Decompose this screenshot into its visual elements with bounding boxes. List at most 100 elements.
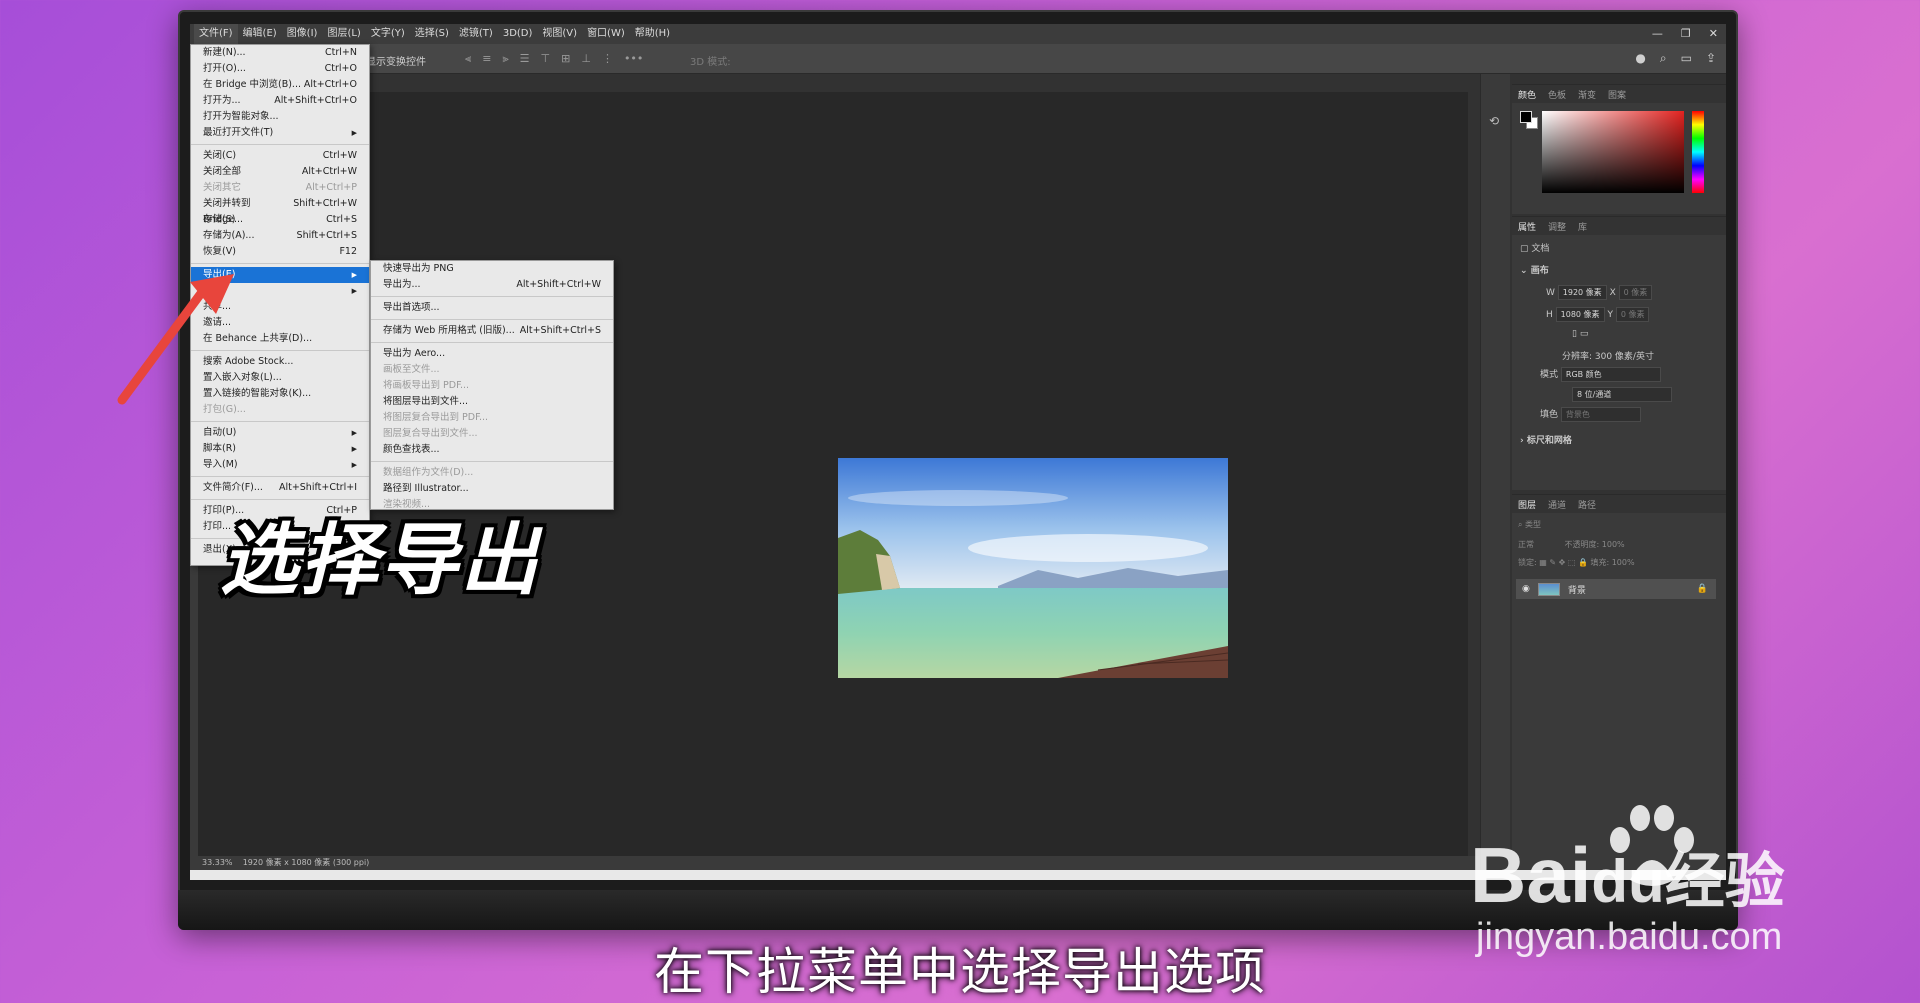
menu-item-import[interactable]: 导入(M) ▶ [191, 457, 369, 473]
menu-item-close-all[interactable]: 关闭全部 Alt+Ctrl+W [191, 164, 369, 180]
menu-view[interactable]: 视图(V) [537, 24, 582, 44]
align-bottom-icon[interactable]: ⊥ [581, 52, 591, 66]
opacity-field[interactable]: 100% [1602, 540, 1625, 549]
menu-type[interactable]: 文字(Y) [366, 24, 410, 44]
menu-item-layers-to-files[interactable]: 将图层导出到文件... [371, 394, 613, 410]
menu-item-save-as[interactable]: 存储为(A)... Shift+Ctrl+S [191, 228, 369, 244]
menu-3d[interactable]: 3D(D) [498, 24, 538, 44]
align-top-icon[interactable]: ⊤ [541, 52, 551, 66]
menu-help[interactable]: 帮助(H) [630, 24, 675, 44]
menu-item-save[interactable]: 存储(S) Ctrl+S [191, 212, 369, 228]
height-field[interactable]: 1080 像素 [1555, 307, 1605, 322]
tab-properties[interactable]: 属性 [1518, 220, 1536, 233]
align-center-icon[interactable]: ≡ [482, 52, 491, 66]
menu-item-artboards-to-files[interactable]: 画板至文件... [371, 362, 613, 378]
menu-item-scripts[interactable]: 脚本(R) ▶ [191, 441, 369, 457]
menu-item-color-lookup[interactable]: 颜色查找表... [371, 442, 613, 458]
doc-info[interactable]: 1920 像素 x 1080 像素 (300 ppi) [243, 858, 370, 867]
portrait-icon[interactable]: ▯ [1572, 329, 1577, 339]
menubar: 文件(F) 编辑(E) 图像(I) 图层(L) 文字(Y) 选择(S) 滤镜(T… [190, 24, 1726, 44]
align-right-icon[interactable]: ⫸ [502, 52, 508, 66]
visibility-eye-icon[interactable]: ◉ [1522, 584, 1530, 594]
menu-item-open[interactable]: 打开(O)... Ctrl+O [191, 61, 369, 77]
blend-mode-select[interactable]: 正常 [1518, 540, 1534, 549]
x-field[interactable]: 0 像素 [1618, 285, 1653, 300]
tab-swatches[interactable]: 色板 [1548, 88, 1566, 101]
history-icon[interactable]: ⟲ [1489, 114, 1499, 128]
minimize-icon[interactable]: — [1652, 24, 1663, 44]
menu-filter[interactable]: 滤镜(T) [454, 24, 498, 44]
tab-gradients[interactable]: 渐变 [1578, 88, 1596, 101]
show-transform-checkbox[interactable]: 显示变换控件 [366, 53, 426, 68]
tab-paths[interactable]: 路径 [1578, 498, 1596, 511]
menu-item-open-smart-object[interactable]: 打开为智能对象... [191, 109, 369, 125]
menu-item-revert[interactable]: 恢复(V) F12 [191, 244, 369, 260]
chevron-right-icon: › [1520, 436, 1524, 446]
y-field[interactable]: 0 像素 [1615, 307, 1650, 322]
layer-filter-input[interactable]: 类型 [1525, 520, 1541, 529]
width-field[interactable]: 1920 像素 [1557, 285, 1607, 300]
menu-image[interactable]: 图像(I) [282, 24, 323, 44]
menu-separator [371, 296, 613, 297]
color-picker-field[interactable] [1542, 111, 1684, 193]
lock-icons[interactable]: ▦ ✎ ✥ ⬚ 🔒 [1539, 558, 1588, 567]
menu-select[interactable]: 选择(S) [410, 24, 454, 44]
workspace-icon[interactable]: ▭ [1681, 51, 1692, 66]
menu-item-export-as[interactable]: 导出为... Alt+Shift+Ctrl+W [371, 277, 613, 293]
menu-file[interactable]: 文件(F) [194, 24, 238, 44]
menu-item-open-as[interactable]: 打开为... Alt+Shift+Ctrl+O [191, 93, 369, 109]
chevron-down-icon: ⌄ [1520, 266, 1528, 276]
close-icon[interactable]: ✕ [1709, 24, 1718, 44]
menu-item-artboards-to-pdf[interactable]: 将画板导出到 PDF... [371, 378, 613, 394]
distribute-v-icon[interactable]: ⋮ [602, 52, 613, 66]
menu-item-browse-bridge[interactable]: 在 Bridge 中浏览(B)... Alt+Ctrl+O [191, 77, 369, 93]
menu-item-export-preferences[interactable]: 导出首选项... [371, 300, 613, 316]
hue-slider[interactable] [1692, 111, 1704, 193]
layer-row[interactable]: ◉ 背景 🔒 [1516, 579, 1716, 599]
landscape-icon[interactable]: ▭ [1580, 329, 1589, 339]
menu-edit[interactable]: 编辑(E) [238, 24, 282, 44]
menu-item-layer-comps-to-pdf[interactable]: 将图层复合导出到 PDF... [371, 410, 613, 426]
search-icon[interactable]: ⌕ [1660, 51, 1667, 66]
canvas-section[interactable]: ⌄ 画布 [1520, 263, 1549, 276]
zoom-level[interactable]: 33.33% [202, 858, 233, 867]
tab-layers[interactable]: 图层 [1518, 498, 1536, 511]
menu-layer[interactable]: 图层(L) [322, 24, 365, 44]
share-icon[interactable]: ⇪ [1706, 51, 1716, 66]
user-icon[interactable]: ● [1635, 51, 1645, 66]
tab-color[interactable]: 颜色 [1518, 88, 1536, 101]
menu-item-save-for-web[interactable]: 存储为 Web 所用格式 (旧版)... Alt+Shift+Ctrl+S [371, 323, 613, 339]
foreground-color-swatch[interactable] [1520, 111, 1532, 123]
document-image[interactable] [838, 458, 1228, 678]
panel-icon-strip: ⟲ [1480, 74, 1510, 870]
menu-item-close[interactable]: 关闭(C) Ctrl+W [191, 148, 369, 164]
depth-select[interactable]: 8 位/通道 [1572, 387, 1672, 402]
rulers-label: 标尺和网格 [1526, 436, 1572, 446]
fill-field[interactable]: 100% [1612, 558, 1635, 567]
more-icon[interactable]: ••• [624, 52, 643, 66]
menu-item-export-aero[interactable]: 导出为 Aero... [371, 346, 613, 362]
menu-item-new[interactable]: 新建(N)... Ctrl+N [191, 45, 369, 61]
menu-item-quick-export-png[interactable]: 快速导出为 PNG [371, 261, 613, 277]
menu-item-data-sets[interactable]: 数据组作为文件(D)... [371, 465, 613, 481]
menu-window[interactable]: 窗口(W) [582, 24, 630, 44]
align-middle-icon[interactable]: ⊞ [561, 52, 570, 66]
menu-item-layer-comps-to-files[interactable]: 图层复合导出到文件... [371, 426, 613, 442]
menu-item-close-goto-bridge[interactable]: 关闭并转到 Bridge... Shift+Ctrl+W [191, 196, 369, 225]
fill-select[interactable]: 背景色 [1560, 407, 1641, 422]
mode-select[interactable]: RGB 颜色 [1560, 367, 1661, 382]
align-left-icon[interactable]: ⫷ [465, 52, 471, 66]
menu-item-close-others[interactable]: 关闭其它 Alt+Ctrl+P [191, 180, 369, 196]
restore-icon[interactable]: ❐ [1681, 24, 1691, 44]
tab-libraries[interactable]: 库 [1578, 220, 1587, 233]
tab-adjustments[interactable]: 调整 [1548, 220, 1566, 233]
menu-item-automate[interactable]: 自动(U) ▶ [191, 425, 369, 441]
tab-channels[interactable]: 通道 [1548, 498, 1566, 511]
tab-patterns[interactable]: 图案 [1608, 88, 1626, 101]
distribute-icon[interactable]: ☰ [520, 52, 530, 66]
menu-item-paths-to-illustrator[interactable]: 路径到 Illustrator... [371, 481, 613, 497]
menu-item-recent[interactable]: 最近打开文件(T) ▶ [191, 125, 369, 141]
menu-item-file-info[interactable]: 文件简介(F)... Alt+Shift+Ctrl+I [191, 480, 369, 496]
menu-separator [191, 476, 369, 477]
rulers-section[interactable]: › 标尺和网格 [1520, 433, 1572, 446]
